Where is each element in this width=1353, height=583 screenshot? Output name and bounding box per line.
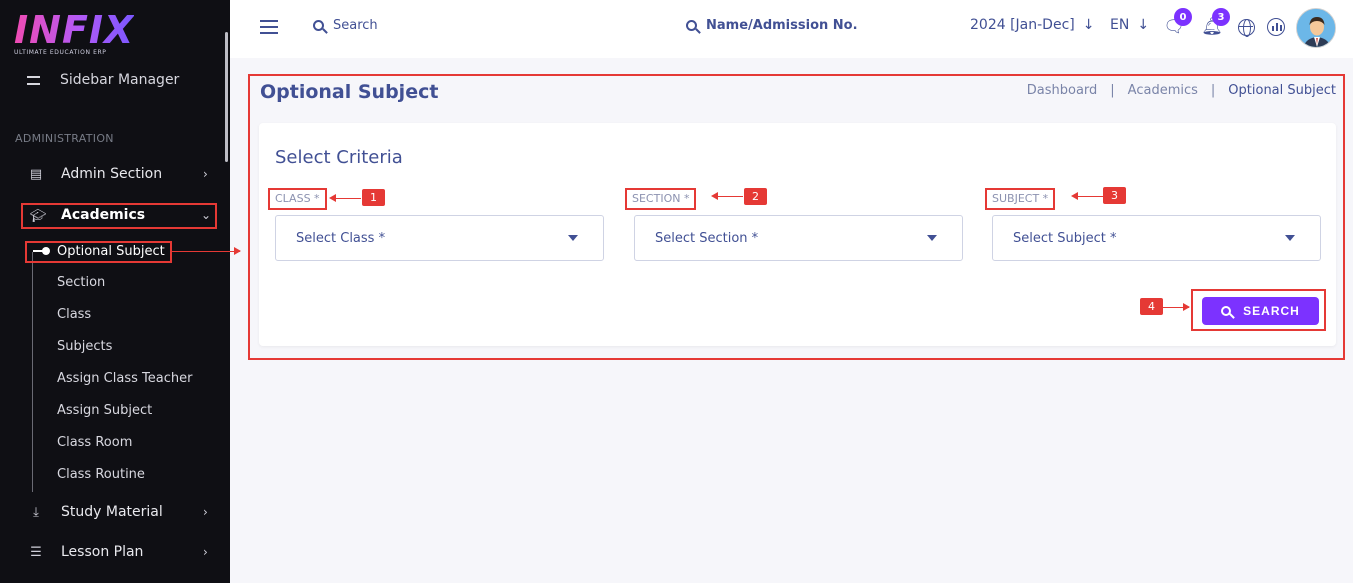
- search-button[interactable]: SEARCH: [1202, 297, 1319, 325]
- admin-icon: ▤: [29, 166, 43, 182]
- breadcrumb-separator: |: [1210, 83, 1216, 98]
- search-button-label: SEARCH: [1243, 304, 1300, 318]
- menu-toggle-button[interactable]: [260, 20, 278, 34]
- submenu-line: [32, 252, 33, 492]
- logo-text: INFIX: [14, 8, 135, 52]
- class-label: CLASS *: [268, 188, 327, 210]
- brand-logo[interactable]: INFIX ULTIMATE EDUCATION ERP: [14, 8, 135, 56]
- submenu-item-class[interactable]: Class: [57, 307, 91, 322]
- subject-select[interactable]: Select Subject *: [992, 215, 1321, 261]
- breadcrumb: Dashboard | Academics | Optional Subject: [1027, 83, 1336, 98]
- messages-button[interactable]: 🗨︎ 0: [1163, 8, 1192, 38]
- sidebar-item-label: Academics: [61, 207, 146, 223]
- submenu-item-class-routine[interactable]: Class Routine: [57, 467, 145, 482]
- section-select-placeholder: Select Section *: [655, 231, 759, 246]
- class-select-placeholder: Select Class *: [296, 231, 386, 246]
- sidebar-item-lesson-plan[interactable]: ☰ Lesson Plan ›: [27, 544, 208, 560]
- menu-icon: [27, 75, 40, 85]
- session-value: 2024 [Jan-Dec]: [970, 17, 1075, 33]
- arrow-down-icon: ↓: [1137, 17, 1150, 33]
- search-icon: [1221, 306, 1232, 316]
- submenu-item-section[interactable]: Section: [57, 275, 105, 290]
- breadcrumb-academics[interactable]: Academics: [1128, 83, 1198, 98]
- criteria-card: Select Criteria CLASS * 1 Select Class *…: [259, 123, 1336, 346]
- student-search-label: Name/Admission No.: [706, 18, 858, 33]
- student-search[interactable]: Name/Admission No.: [686, 18, 858, 33]
- header-search[interactable]: Search: [313, 18, 378, 33]
- sidebar-section-heading: ADMINISTRATION: [15, 132, 114, 145]
- caret-down-icon: [568, 235, 578, 241]
- globe-icon: [1237, 18, 1255, 37]
- language-selector[interactable]: EN ↓: [1110, 17, 1149, 33]
- annotation-arrow: [1162, 303, 1190, 311]
- annotation-arrow: [329, 194, 361, 202]
- chevron-down-icon: ⌄: [201, 208, 212, 222]
- submenu-item-label: Optional Subject: [57, 244, 165, 259]
- subject-select-placeholder: Select Subject *: [1013, 231, 1117, 246]
- chart-icon: [1267, 18, 1285, 36]
- graduation-cap-icon: 🎓︎: [29, 208, 47, 224]
- list-icon: ☰: [30, 544, 42, 560]
- caret-down-icon: [927, 235, 937, 241]
- user-avatar-icon: [1297, 9, 1335, 47]
- sidebar: INFIX ULTIMATE EDUCATION ERP Sidebar Man…: [0, 0, 241, 583]
- annotation-number: 2: [744, 188, 767, 205]
- sidebar-item-study-material[interactable]: ⤓ Study Material ›: [27, 504, 208, 520]
- submenu-item-class-room[interactable]: Class Room: [57, 435, 132, 450]
- annotation-number: 4: [1140, 298, 1163, 315]
- sidebar-item-academics[interactable]: 🎓︎ Academics ⌄: [21, 203, 217, 229]
- annotation-arrow: [1071, 192, 1103, 200]
- chevron-right-icon: ›: [203, 505, 208, 519]
- class-select[interactable]: Select Class *: [275, 215, 604, 261]
- annotation-search-outline: SEARCH: [1191, 289, 1326, 331]
- search-icon: [686, 20, 697, 31]
- submenu-item-subjects[interactable]: Subjects: [57, 339, 112, 354]
- notifications-button[interactable]: 🔔︎ 3: [1201, 8, 1230, 38]
- section-label: SECTION *: [625, 188, 697, 210]
- breadcrumb-dashboard[interactable]: Dashboard: [1027, 83, 1098, 98]
- sidebar-item-admin-section[interactable]: ▤ Admin Section ›: [27, 166, 208, 182]
- active-dot-icon: [33, 247, 50, 255]
- reports-button[interactable]: [1265, 16, 1287, 38]
- notifications-badge: 3: [1212, 8, 1230, 26]
- card-title: Select Criteria: [275, 147, 403, 168]
- session-selector[interactable]: 2024 [Jan-Dec] ↓: [970, 17, 1094, 33]
- language-value: EN: [1110, 17, 1130, 33]
- annotation-arrow: [172, 247, 241, 255]
- sidebar-scrollbar[interactable]: [225, 32, 228, 162]
- breadcrumb-separator: |: [1110, 83, 1115, 98]
- annotation-arrow: [711, 192, 743, 200]
- sidebar-manager-link[interactable]: Sidebar Manager: [27, 72, 179, 88]
- caret-down-icon: [1285, 235, 1295, 241]
- section-select[interactable]: Select Section *: [634, 215, 963, 261]
- annotation-number: 1: [362, 189, 385, 206]
- website-button[interactable]: [1235, 16, 1257, 38]
- arrow-down-icon: ↓: [1082, 17, 1095, 33]
- page-title: Optional Subject: [260, 81, 439, 103]
- sidebar-manager-label: Sidebar Manager: [60, 72, 180, 88]
- submenu-item-assign-subject[interactable]: Assign Subject: [57, 403, 152, 418]
- subject-label: SUBJECT *: [985, 188, 1056, 210]
- submenu-item-optional-subject[interactable]: Optional Subject: [25, 241, 172, 263]
- breadcrumb-current: Optional Subject: [1228, 83, 1336, 98]
- download-icon: ⤓: [33, 504, 39, 520]
- sidebar-item-label: Admin Section: [61, 166, 163, 182]
- chevron-right-icon: ›: [203, 167, 208, 181]
- messages-badge: 0: [1174, 8, 1192, 26]
- submenu-item-assign-class-teacher[interactable]: Assign Class Teacher: [57, 371, 192, 386]
- top-header: Search Name/Admission No. 2024 [Jan-Dec]…: [230, 0, 1353, 58]
- sidebar-item-label: Lesson Plan: [61, 544, 144, 560]
- avatar[interactable]: [1296, 8, 1336, 48]
- annotation-number: 3: [1103, 187, 1126, 204]
- chevron-right-icon: ›: [203, 545, 208, 559]
- sidebar-item-label: Study Material: [61, 504, 163, 520]
- header-search-label: Search: [333, 18, 378, 33]
- search-icon: [313, 20, 324, 31]
